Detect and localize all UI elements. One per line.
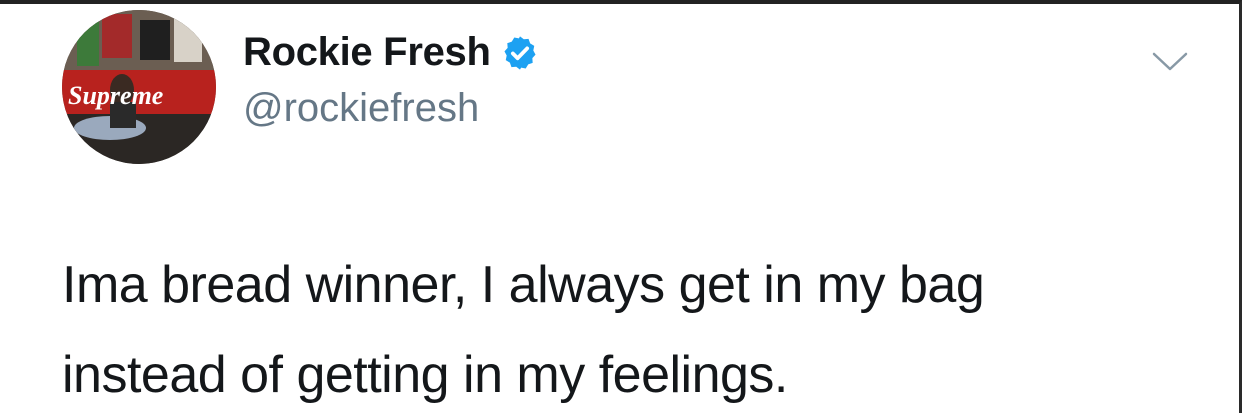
avatar[interactable]: Supreme [62, 10, 216, 164]
author-name-row: Rockie Fresh [243, 30, 539, 75]
chevron-down-icon[interactable] [1150, 49, 1190, 75]
tweet-text: Ima bread winner, I always get in my bag… [62, 240, 1202, 413]
tweet-text-line: Ima bread winner, I always get in my bag [62, 256, 985, 314]
tweet-card: Supreme Rockie Fresh @rockiefresh Ima br… [0, 0, 1242, 413]
avatar-photo: Supreme [62, 10, 216, 164]
avatar-logo-text: Supreme [68, 81, 163, 110]
author-handle[interactable]: @rockiefresh [243, 86, 479, 131]
author-display-name[interactable]: Rockie Fresh [243, 30, 491, 75]
verified-badge-icon [504, 35, 536, 70]
tweet-text-line: instead of getting in my feelings. [62, 346, 788, 404]
